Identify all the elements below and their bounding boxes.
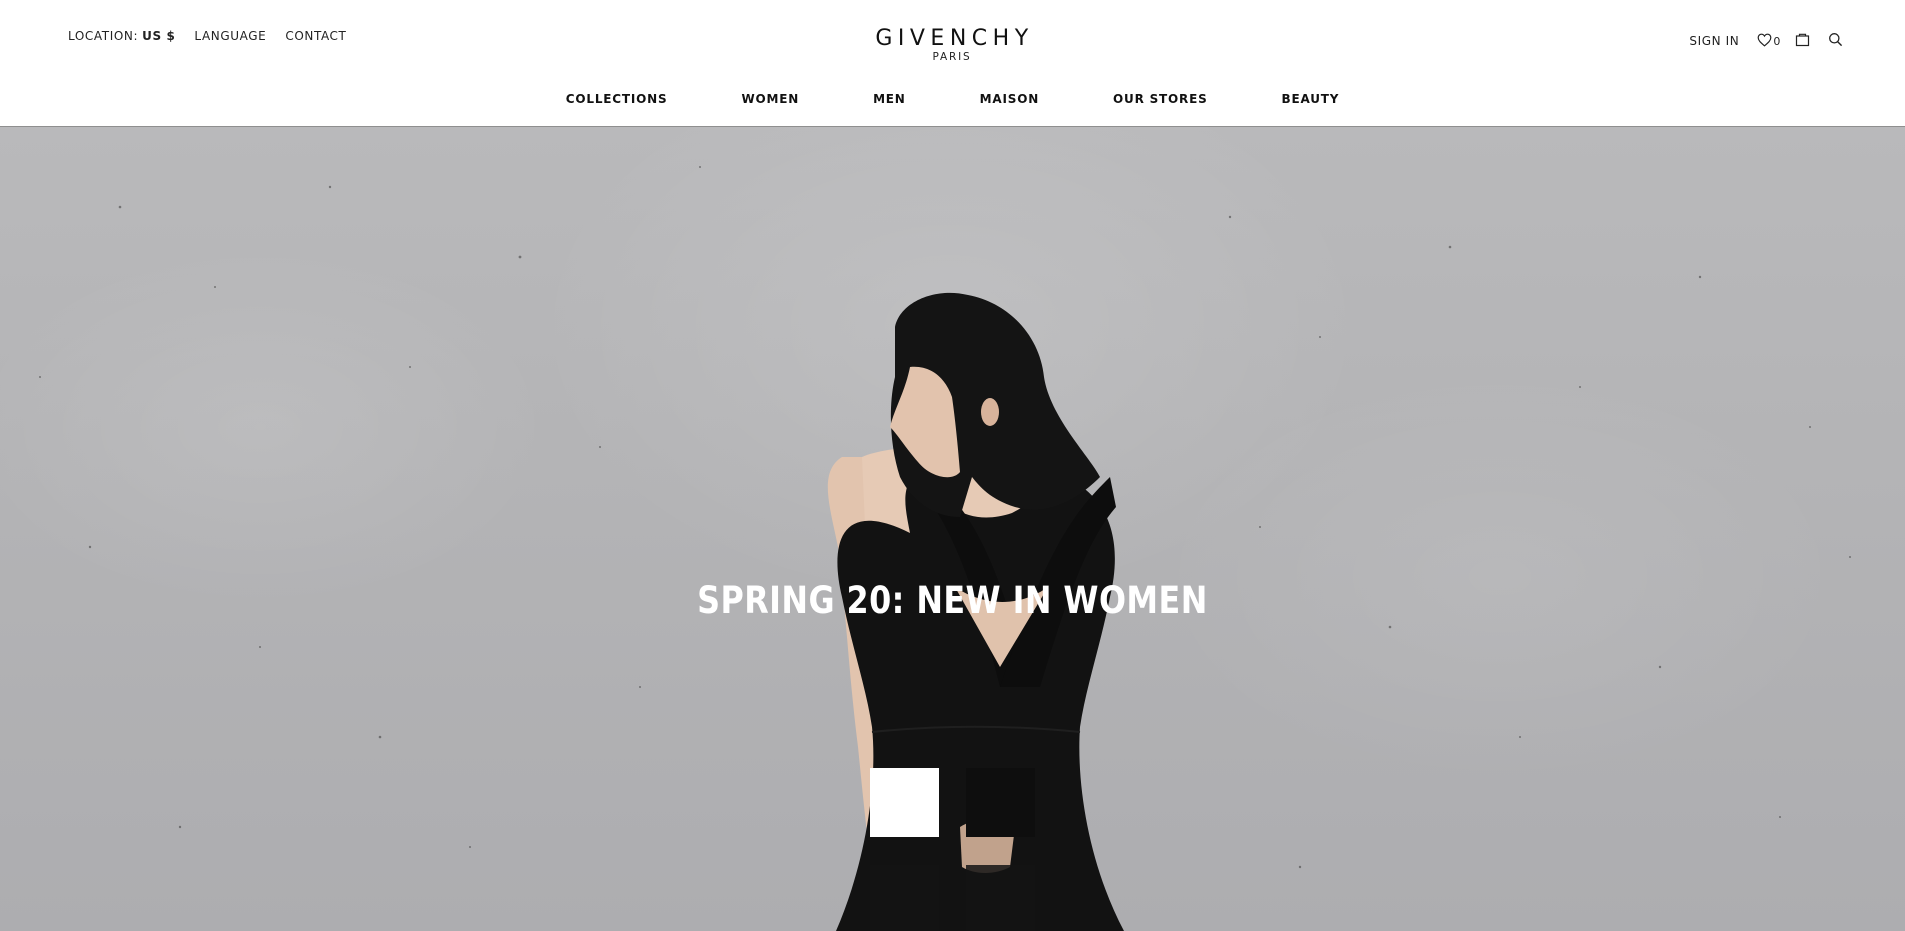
carousel-tile-2[interactable] xyxy=(966,768,1035,837)
utility-links-right: SIGN IN 0 xyxy=(1689,31,1843,48)
nav-item-men[interactable]: MEN xyxy=(873,92,906,106)
search-icon xyxy=(1829,33,1843,47)
utility-links-left: LOCATION: US $ LANGUAGE CONTACT xyxy=(68,29,365,43)
search-button[interactable] xyxy=(1828,32,1843,47)
location-value: US $ xyxy=(142,29,176,43)
carousel-tile-3[interactable] xyxy=(870,865,939,931)
language-link[interactable]: LANGUAGE xyxy=(194,29,266,43)
nav-item-maison[interactable]: MAISON xyxy=(980,92,1039,106)
brand-logo[interactable]: GIVENCHY PARIS xyxy=(852,27,1052,64)
nav-item-collections[interactable]: COLLECTIONS xyxy=(566,92,668,106)
wishlist-count: 0 xyxy=(1773,35,1781,48)
shopping-bag-button[interactable] xyxy=(1795,32,1810,47)
carousel-tile-1[interactable] xyxy=(870,768,939,837)
shopping-bag-icon xyxy=(1795,33,1810,47)
hero-model-image xyxy=(39,166,1851,931)
hero-banner[interactable]: SPRING 20: NEW IN WOMEN xyxy=(0,127,1905,931)
location-label: LOCATION: xyxy=(68,29,139,43)
carousel-tile-4[interactable] xyxy=(966,865,1035,931)
hero-title[interactable]: SPRING 20: NEW IN WOMEN xyxy=(133,579,1771,622)
nav-item-our-stores[interactable]: OUR STORES xyxy=(1113,92,1207,106)
main-navigation: COLLECTIONS WOMEN MEN MAISON OUR STORES … xyxy=(0,92,1905,106)
brand-name: GIVENCHY xyxy=(875,26,1034,51)
brand-city: PARIS xyxy=(932,51,972,63)
sign-in-link[interactable]: SIGN IN xyxy=(1689,34,1739,48)
wishlist-button[interactable]: 0 xyxy=(1757,31,1781,48)
nav-item-women[interactable]: WOMEN xyxy=(741,92,799,106)
nav-item-beauty[interactable]: BEAUTY xyxy=(1282,92,1340,106)
site-header: LOCATION: US $ LANGUAGE CONTACT GIVENCHY … xyxy=(0,0,1905,127)
contact-link[interactable]: CONTACT xyxy=(285,29,346,43)
heart-icon xyxy=(1757,33,1772,47)
location-selector[interactable]: LOCATION: US $ xyxy=(68,29,175,43)
